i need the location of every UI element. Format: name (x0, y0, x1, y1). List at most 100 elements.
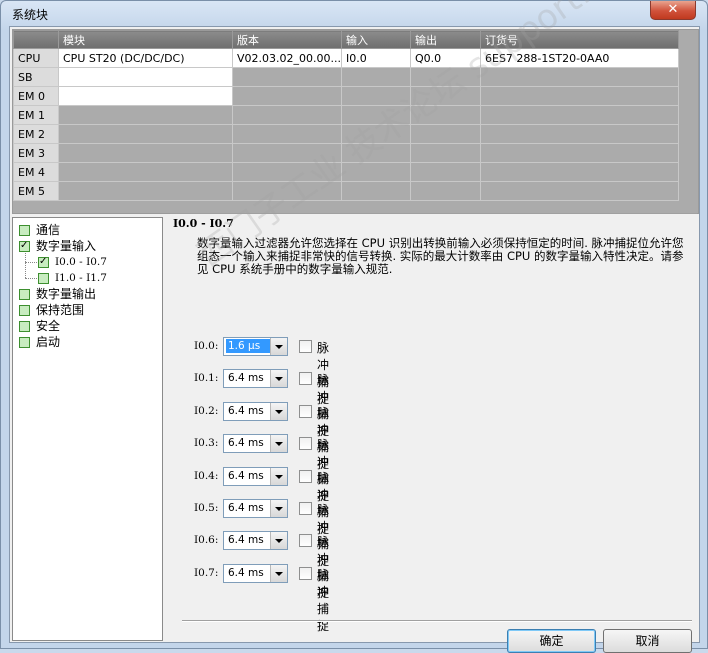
pulse-catch-checkbox[interactable] (299, 404, 312, 418)
cell-order[interactable] (480, 67, 679, 87)
dropdown-arrow-icon[interactable] (270, 532, 287, 550)
filter-time-select[interactable]: 6.4 ms (223, 563, 288, 583)
pulse-catch-checkbox[interactable] (299, 372, 312, 386)
tree-item-label: I0.0 - I0.7 (55, 256, 107, 268)
cell-output[interactable] (410, 124, 481, 144)
cell-version[interactable] (232, 67, 342, 87)
cell-slot: EM 0 (13, 86, 59, 106)
tree-connector (25, 278, 37, 279)
cell-module[interactable] (58, 162, 233, 182)
cell-output[interactable] (410, 86, 481, 106)
table-row[interactable]: EM 3 (13, 143, 679, 163)
pulse-catch-checkbox[interactable] (299, 566, 312, 580)
dropdown-arrow-icon[interactable] (270, 370, 287, 388)
table-row[interactable]: CPU CPU ST20 (DC/DC/DC) V02.03.02_00.00...… (13, 48, 679, 68)
checked-checkbox-icon (38, 254, 49, 269)
cell-version[interactable]: V02.03.02_00.00... (232, 48, 342, 68)
cell-order[interactable] (480, 124, 679, 144)
table-row[interactable]: EM 4 (13, 162, 679, 182)
cell-output[interactable] (410, 162, 481, 182)
filter-time-select[interactable]: 1.6 μs (223, 337, 288, 356)
filter-time-select[interactable]: 6.4 ms (223, 466, 288, 486)
cell-module[interactable]: CPU ST20 (DC/DC/DC) (58, 48, 233, 68)
cell-order[interactable] (480, 181, 679, 201)
cell-input[interactable] (341, 162, 411, 182)
pulse-catch-checkbox[interactable] (299, 437, 312, 451)
cell-input[interactable] (341, 124, 411, 144)
input-label: I0.6: (194, 534, 219, 547)
filter-time-value: 6.4 ms (228, 566, 264, 579)
cell-output[interactable] (410, 143, 481, 163)
title-bar[interactable]: 系统块 ✕ (1, 1, 707, 25)
pulse-catch-checkbox[interactable] (299, 534, 312, 548)
cell-input[interactable] (341, 67, 411, 87)
filter-time-select[interactable]: 6.4 ms (223, 499, 288, 518)
cell-output[interactable] (410, 105, 481, 125)
cell-version[interactable] (232, 162, 342, 182)
header-version[interactable]: 版本 (232, 30, 342, 49)
config-tree[interactable]: 通信数字量输入 I0.0 - I0.7 I1.0 - I1.7 数字量输出保持范围安全… (12, 217, 163, 641)
table-row[interactable]: EM 2 (13, 124, 679, 144)
cancel-button[interactable]: 取消 (603, 629, 692, 653)
checked-checkbox-icon (19, 238, 30, 253)
header-input[interactable]: 输入 (341, 30, 411, 49)
checkbox-icon (19, 289, 30, 300)
cell-version[interactable] (232, 143, 342, 163)
filter-time-select[interactable]: 6.4 ms (223, 369, 288, 389)
cell-module[interactable] (58, 86, 233, 106)
close-button[interactable]: ✕ (650, 1, 696, 20)
cell-input[interactable] (341, 105, 411, 125)
dropdown-arrow-icon[interactable] (270, 435, 287, 453)
cell-output[interactable]: Q0.0 (410, 48, 481, 68)
cell-output[interactable] (410, 67, 481, 87)
header-order-number[interactable]: 订货号 (480, 30, 679, 49)
cell-order[interactable] (480, 86, 679, 106)
table-row[interactable]: SB (13, 67, 679, 87)
cell-input[interactable] (341, 181, 411, 201)
cell-module[interactable] (58, 124, 233, 144)
filter-time-select[interactable]: 6.4 ms (223, 434, 288, 454)
cell-input[interactable] (341, 86, 411, 106)
cell-module[interactable] (58, 143, 233, 163)
cell-order[interactable] (480, 143, 679, 163)
cell-input[interactable] (341, 143, 411, 163)
pulse-catch-checkbox[interactable] (299, 340, 312, 353)
pulse-catch-checkbox[interactable] (299, 502, 312, 515)
cell-input[interactable]: I0.0 (341, 48, 411, 68)
input-label: I0.3: (194, 437, 219, 450)
checkbox-icon (19, 225, 30, 236)
checkbox-icon (19, 321, 30, 332)
cell-order[interactable]: 6ES7 288-1ST20-0AA0 (480, 48, 679, 68)
cell-module[interactable] (58, 67, 233, 87)
section-description: 数字量输入过滤器允许您选择在 CPU 识别出转换前输入必须保持恒定的时间. 脉冲… (197, 236, 684, 276)
cell-version[interactable] (232, 181, 342, 201)
tree-item-label: 启动 (36, 335, 61, 349)
table-row[interactable]: EM 1 (13, 105, 679, 125)
cell-version[interactable] (232, 105, 342, 125)
dropdown-arrow-icon[interactable] (270, 402, 287, 420)
cell-module[interactable] (58, 181, 233, 201)
dropdown-arrow-icon[interactable] (270, 467, 287, 485)
dialog-client-area: 模块 版本 输入 输出 订货号 CPU CPU ST20 (DC/DC/DC) V0… (9, 26, 700, 653)
checkbox-icon (19, 305, 30, 316)
cell-output[interactable] (410, 181, 481, 201)
cell-version[interactable] (232, 124, 342, 144)
pulse-catch-checkbox[interactable] (299, 469, 312, 483)
cell-version[interactable] (232, 86, 342, 106)
ok-button[interactable]: 确定 (507, 629, 596, 653)
header-module[interactable]: 模块 (58, 30, 233, 49)
cell-module[interactable] (58, 105, 233, 125)
table-row[interactable]: EM 5 (13, 181, 679, 201)
cell-slot: EM 2 (13, 124, 59, 144)
header-output[interactable]: 输出 (410, 30, 481, 49)
filter-time-select[interactable]: 6.4 ms (223, 531, 288, 551)
dropdown-arrow-icon[interactable] (270, 338, 287, 355)
cell-order[interactable] (480, 105, 679, 125)
cell-order[interactable] (480, 162, 679, 182)
dropdown-arrow-icon[interactable] (270, 500, 287, 517)
table-row[interactable]: EM 0 (13, 86, 679, 106)
filter-time-select[interactable]: 6.4 ms (223, 401, 288, 421)
panel-top-divider (170, 213, 697, 214)
pulse-catch-label[interactable]: 脉冲捕捉 (317, 566, 329, 634)
dropdown-arrow-icon[interactable] (270, 564, 287, 582)
